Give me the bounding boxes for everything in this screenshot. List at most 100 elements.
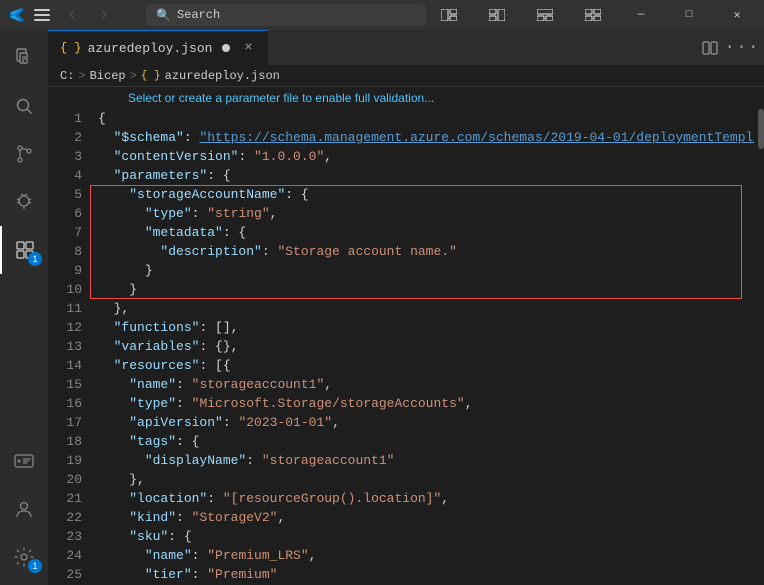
code-line-2[interactable]: "$schema": "https://schema.management.az…	[90, 128, 754, 147]
activity-item-explorer[interactable]	[0, 34, 48, 82]
line-number-21: 21	[48, 489, 82, 508]
activity-item-source-control[interactable]	[0, 130, 48, 178]
code-line-23[interactable]: "sku": {	[90, 527, 754, 546]
activity-item-debug[interactable]	[0, 178, 48, 226]
code-line-25[interactable]: "tier": "Premium"	[90, 565, 754, 584]
code-line-7[interactable]: "metadata": {	[90, 223, 754, 242]
search-box[interactable]: 🔍 Search	[146, 4, 426, 26]
code-line-21[interactable]: "location": "[resourceGroup().location]"…	[90, 489, 754, 508]
code-line-4[interactable]: "parameters": {	[90, 166, 754, 185]
activity-item-search[interactable]	[0, 82, 48, 130]
code-line-10[interactable]: }	[90, 280, 754, 299]
line-number-3: 3	[48, 147, 82, 166]
nav-buttons: ‹ ›	[58, 1, 118, 29]
info-banner-text: Select or create a parameter file to ena…	[128, 91, 434, 105]
activity-item-accounts[interactable]	[0, 485, 48, 533]
line-number-11: 11	[48, 299, 82, 318]
breadcrumb-drive[interactable]: C:	[60, 69, 74, 83]
tab-actions: ···	[696, 30, 764, 65]
more-actions-button[interactable]: ···	[728, 34, 756, 62]
code-line-15[interactable]: "name": "storageaccount1",	[90, 375, 754, 394]
minimap-scrollbar[interactable]	[758, 109, 764, 149]
activity-item-settings[interactable]: 1	[0, 533, 48, 581]
line-number-7: 7	[48, 223, 82, 242]
title-bar-left: ‹ ›	[0, 1, 146, 29]
title-bar: ‹ › 🔍 Search	[0, 0, 764, 30]
code-line-18[interactable]: "tags": {	[90, 432, 754, 451]
line-number-2: 2	[48, 128, 82, 147]
line-number-8: 8	[48, 242, 82, 261]
code-line-11[interactable]: },	[90, 299, 754, 318]
maximize-button[interactable]: □	[666, 0, 712, 30]
line-number-4: 4	[48, 166, 82, 185]
line-number-13: 13	[48, 337, 82, 356]
tab-close-button[interactable]: ×	[240, 40, 256, 56]
line-number-15: 15	[48, 375, 82, 394]
line-number-6: 6	[48, 204, 82, 223]
code-line-12[interactable]: "functions": [],	[90, 318, 754, 337]
code-line-19[interactable]: "displayName": "storageaccount1"	[90, 451, 754, 470]
search-placeholder: Search	[177, 8, 220, 22]
tab-label: azuredeploy.json	[88, 41, 213, 56]
code-line-20[interactable]: },	[90, 470, 754, 489]
line-number-19: 19	[48, 451, 82, 470]
tab-bar: { } azuredeploy.json × ···	[48, 30, 764, 65]
minimize-button[interactable]: —	[618, 0, 664, 30]
breadcrumb: C: > Bicep > { } azuredeploy.json	[48, 65, 764, 87]
line-number-22: 22	[48, 508, 82, 527]
code-line-14[interactable]: "resources": [{	[90, 356, 754, 375]
line-number-14: 14	[48, 356, 82, 375]
line-number-25: 25	[48, 565, 82, 584]
nav-forward-button[interactable]: ›	[90, 1, 118, 29]
layout-icon-3[interactable]	[522, 0, 568, 30]
window-controls: — □ ✕	[426, 0, 764, 30]
code-line-1[interactable]: {	[90, 109, 754, 128]
code-line-8[interactable]: "description": "Storage account name."	[90, 242, 754, 261]
line-number-24: 24	[48, 546, 82, 565]
main-layout: 1 1	[0, 30, 764, 585]
tab-modified-dot	[222, 44, 230, 52]
breadcrumb-file[interactable]: azuredeploy.json	[165, 69, 280, 83]
line-number-5: 5	[48, 185, 82, 204]
breadcrumb-sep-2: >	[130, 69, 137, 83]
activity-item-extensions[interactable]: 1	[0, 226, 48, 274]
line-number-1: 1	[48, 109, 82, 128]
close-button[interactable]: ✕	[714, 0, 760, 30]
line-number-16: 16	[48, 394, 82, 413]
line-number-9: 9	[48, 261, 82, 280]
nav-back-button[interactable]: ‹	[58, 1, 86, 29]
breadcrumb-sep-1: >	[78, 69, 85, 83]
layout-icon-4[interactable]	[570, 0, 616, 30]
code-line-24[interactable]: "name": "Premium_LRS",	[90, 546, 754, 565]
line-number-18: 18	[48, 432, 82, 451]
code-line-6[interactable]: "type": "string",	[90, 204, 754, 223]
code-area[interactable]: { "$schema": "https://schema.management.…	[90, 109, 754, 585]
layout-icon-2[interactable]	[474, 0, 520, 30]
search-icon: 🔍	[156, 8, 171, 23]
activity-item-remote[interactable]	[0, 437, 48, 485]
editor-area: { } azuredeploy.json × ··· C: > Bicep >	[48, 30, 764, 585]
split-editor-button[interactable]	[696, 34, 724, 62]
line-number-17: 17	[48, 413, 82, 432]
code-line-22[interactable]: "kind": "StorageV2",	[90, 508, 754, 527]
tab-file-icon: { }	[60, 41, 82, 55]
layout-icon-1[interactable]	[426, 0, 472, 30]
line-number-23: 23	[48, 527, 82, 546]
breadcrumb-file-icon: { }	[141, 70, 161, 82]
code-line-9[interactable]: }	[90, 261, 754, 280]
breadcrumb-folder[interactable]: Bicep	[90, 69, 126, 83]
line-number-10: 10	[48, 280, 82, 299]
minimap	[754, 109, 764, 585]
code-line-3[interactable]: "contentVersion": "1.0.0.0",	[90, 147, 754, 166]
hamburger-menu-icon[interactable]	[34, 9, 50, 21]
info-banner: Select or create a parameter file to ena…	[48, 87, 764, 109]
code-line-5[interactable]: "storageAccountName": {	[90, 185, 754, 204]
code-line-13[interactable]: "variables": {},	[90, 337, 754, 356]
tab-azuredeploy[interactable]: { } azuredeploy.json ×	[48, 30, 268, 65]
code-line-17[interactable]: "apiVersion": "2023-01-01",	[90, 413, 754, 432]
code-line-16[interactable]: "type": "Microsoft.Storage/storageAccoun…	[90, 394, 754, 413]
settings-badge: 1	[28, 559, 42, 573]
line-numbers: 1234567891011121314151617181920212223242…	[48, 109, 90, 585]
extensions-badge: 1	[28, 252, 42, 266]
line-number-20: 20	[48, 470, 82, 489]
